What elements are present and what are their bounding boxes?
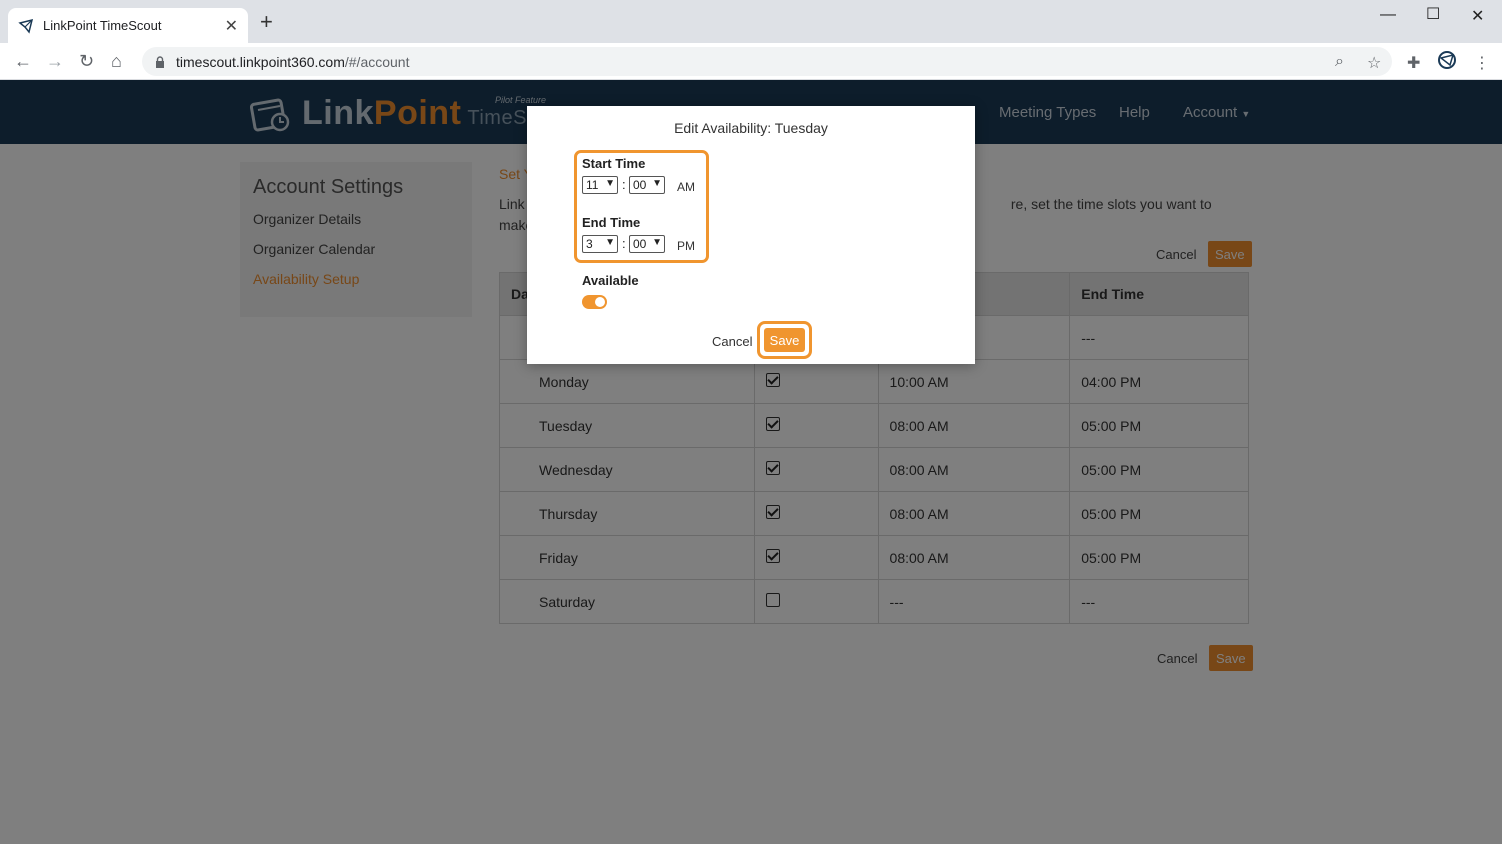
minimize-icon[interactable]: — (1380, 6, 1396, 24)
end-ampm: PM (677, 239, 695, 253)
start-ampm: AM (677, 180, 695, 194)
back-icon[interactable]: ← (14, 51, 32, 72)
browser-tab[interactable]: LinkPoint TimeScout ✕ (8, 8, 248, 43)
browser-menu-icon[interactable]: ⋮ (1474, 53, 1490, 73)
dialog-save-button[interactable]: Save (764, 328, 805, 352)
browser-tab-strip: LinkPoint TimeScout ✕ + — ☐ ✕ (0, 0, 1502, 43)
url-host: timescout.linkpoint360.com (176, 53, 345, 70)
lock-icon (156, 55, 164, 68)
chevron-down-icon: ▼ (605, 178, 615, 189)
start-hour-select[interactable]: 11 ▼ (582, 176, 618, 194)
chevron-down-icon: ▼ (652, 237, 662, 248)
dialog-title: Edit Availability: Tuesday (674, 120, 828, 136)
available-toggle[interactable] (582, 295, 607, 309)
end-hour-select[interactable]: 3 ▼ (582, 235, 618, 253)
end-minute-select[interactable]: 00 ▼ (629, 235, 665, 253)
window-close-icon[interactable]: ✕ (1471, 6, 1484, 26)
extensions-icon[interactable]: ✚ (1407, 53, 1420, 73)
reload-icon[interactable]: ↻ (79, 51, 94, 72)
end-colon: : (622, 236, 626, 251)
start-colon: : (622, 177, 626, 192)
timescout-favicon-icon (18, 18, 34, 34)
forward-icon[interactable]: → (46, 51, 64, 72)
new-tab-icon[interactable]: + (260, 11, 273, 33)
tab-close-icon[interactable]: ✕ (225, 16, 238, 36)
tab-title: LinkPoint TimeScout (43, 18, 162, 33)
available-label: Available (582, 273, 639, 288)
timescout-extension-icon[interactable] (1437, 50, 1457, 75)
toggle-knob (595, 297, 605, 307)
edit-availability-dialog: Edit Availability: Tuesday Start Time 11… (527, 106, 975, 364)
url-field[interactable]: timescout.linkpoint360.com/#/account (142, 47, 1392, 76)
end-minute-value: 00 (633, 237, 647, 251)
bookmark-star-icon[interactable]: ☆ (1367, 53, 1381, 73)
url-path: /#/account (344, 53, 410, 70)
start-time-label: Start Time (582, 156, 646, 171)
chevron-down-icon: ▼ (605, 237, 615, 248)
start-hour-value: 11 (586, 178, 599, 192)
start-minute-select[interactable]: 00 ▼ (629, 176, 665, 194)
dialog-cancel-button[interactable]: Cancel (712, 334, 752, 349)
end-hour-value: 3 (586, 237, 593, 251)
zoom-icon[interactable]: ⌕ (1335, 53, 1344, 71)
maximize-icon[interactable]: ☐ (1426, 4, 1440, 24)
start-minute-value: 00 (633, 178, 647, 192)
home-icon[interactable]: ⌂ (111, 51, 122, 72)
end-time-label: End Time (582, 215, 641, 230)
address-bar: ← → ↻ ⌂ timescout.linkpoint360.com/#/acc… (0, 43, 1502, 80)
chevron-down-icon: ▼ (652, 178, 662, 189)
